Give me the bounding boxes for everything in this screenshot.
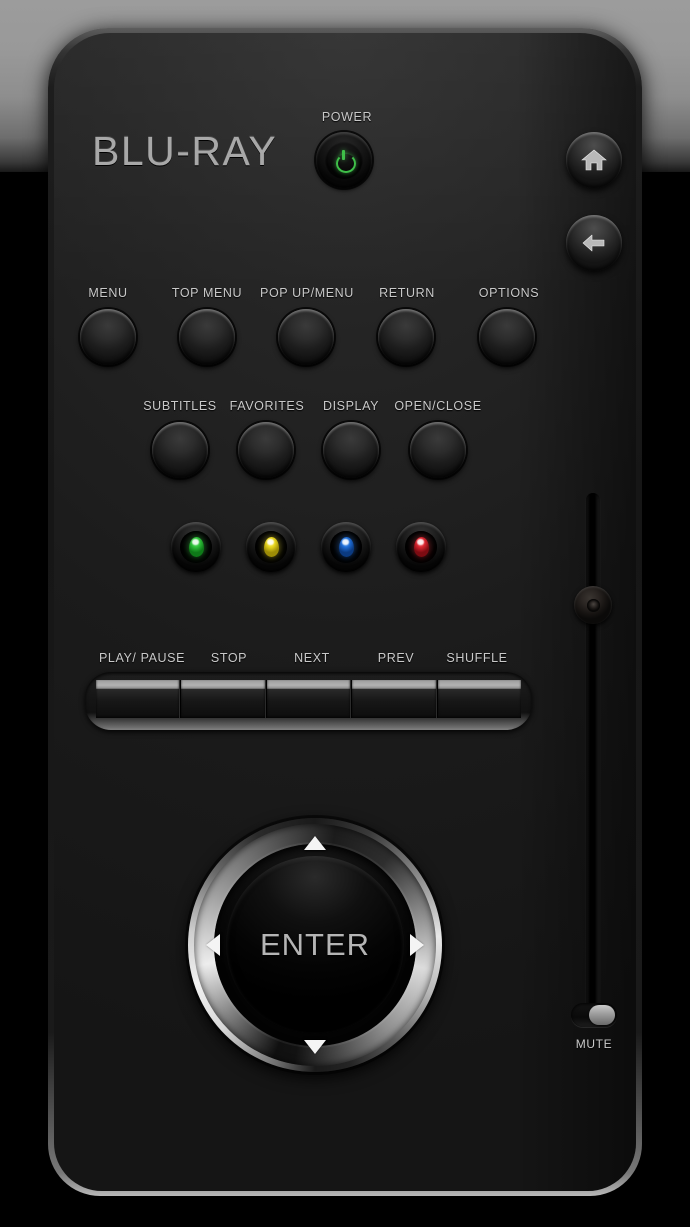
prev-label: PREV: [377, 651, 415, 665]
down-arrow-icon[interactable]: [304, 1040, 326, 1054]
mute-toggle-knob: [589, 1005, 615, 1025]
display-button[interactable]: [323, 422, 379, 478]
shuffle-label: SHUFFLE: [446, 651, 508, 665]
yellow-button[interactable]: [246, 522, 296, 572]
stop-label: STOP: [210, 651, 248, 665]
favorites-button[interactable]: [238, 422, 294, 478]
power-button-well: [325, 141, 363, 179]
directional-pad[interactable]: ENTER: [188, 818, 442, 1072]
power-label: POWER: [321, 110, 373, 124]
menu-button[interactable]: [80, 309, 136, 365]
options-button[interactable]: [479, 309, 535, 365]
return-button[interactable]: [378, 309, 434, 365]
prev-button[interactable]: [351, 680, 437, 718]
remote-screenshot: BLU-RAY POWER MENU TOP MENU POP UP/MENU …: [0, 0, 690, 1227]
enter-button[interactable]: ENTER: [226, 856, 404, 1034]
volume-slider-track[interactable]: [586, 493, 600, 1011]
next-button[interactable]: [265, 680, 352, 718]
red-button-well: [405, 531, 437, 563]
home-icon: [581, 148, 607, 172]
pop-up-menu-label: POP UP/MENU: [260, 286, 354, 300]
blue-led-icon: [338, 537, 354, 557]
subtitles-button[interactable]: [152, 422, 208, 478]
return-label: RETURN: [379, 286, 435, 300]
open-close-button[interactable]: [410, 422, 466, 478]
yellow-led-icon: [263, 537, 279, 557]
top-menu-label: TOP MENU: [171, 286, 243, 300]
menu-label: MENU: [88, 286, 128, 300]
blue-button-well: [330, 531, 362, 563]
subtitles-label: SUBTITLES: [143, 399, 217, 413]
green-led-icon: [188, 537, 204, 557]
brand-logo: BLU-RAY: [92, 128, 278, 174]
enter-label: ENTER: [259, 927, 371, 962]
mute-label: MUTE: [575, 1037, 613, 1051]
back-button[interactable]: [566, 215, 622, 271]
next-label: NEXT: [294, 651, 330, 665]
play-pause-label: PLAY/ PAUSE: [98, 651, 186, 665]
options-label: OPTIONS: [478, 286, 540, 300]
open-close-label: OPEN/CLOSE: [394, 399, 482, 413]
up-arrow-icon[interactable]: [304, 836, 326, 850]
yellow-button-well: [255, 531, 287, 563]
green-button[interactable]: [171, 522, 221, 572]
volume-slider-knob[interactable]: [574, 586, 612, 624]
display-label: DISPLAY: [322, 399, 380, 413]
left-arrow-icon[interactable]: [206, 934, 220, 956]
back-arrow-icon: [580, 231, 608, 255]
favorites-label: FAVORITES: [229, 399, 305, 413]
transport-bar: [85, 672, 532, 730]
mute-toggle[interactable]: [571, 1003, 617, 1027]
right-arrow-icon[interactable]: [410, 934, 424, 956]
pop-up-menu-button[interactable]: [278, 309, 334, 365]
play-pause-button[interactable]: [96, 680, 181, 718]
green-button-well: [180, 531, 212, 563]
shuffle-button[interactable]: [436, 680, 522, 718]
stop-button[interactable]: [180, 680, 266, 718]
blue-button[interactable]: [321, 522, 371, 572]
top-menu-button[interactable]: [179, 309, 235, 365]
power-icon: [335, 150, 356, 173]
red-button[interactable]: [396, 522, 446, 572]
red-led-icon: [413, 537, 429, 557]
home-button[interactable]: [566, 132, 622, 188]
power-button[interactable]: [316, 132, 372, 188]
